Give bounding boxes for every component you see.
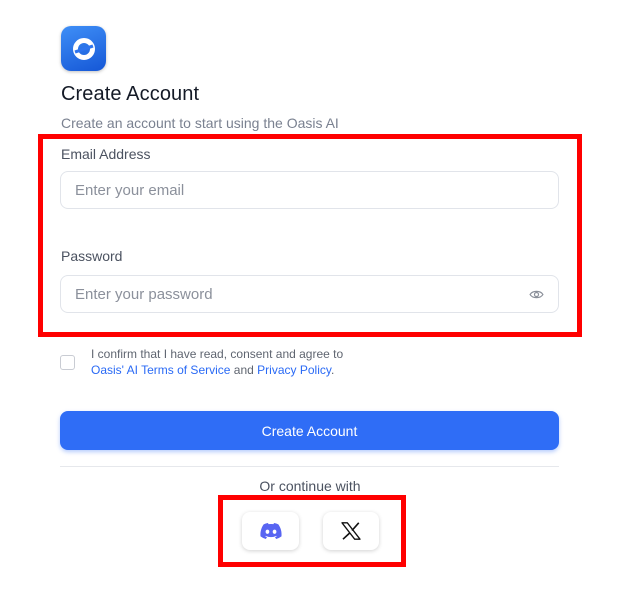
email-field[interactable] <box>60 171 559 209</box>
social-heading: Or continue with <box>259 478 361 494</box>
eye-icon[interactable] <box>528 287 544 301</box>
page-title: Create Account <box>61 83 200 105</box>
divider <box>60 466 559 467</box>
discord-button[interactable] <box>242 512 299 550</box>
consent-suffix: . <box>330 363 335 377</box>
password-field[interactable] <box>60 275 559 313</box>
oasis-logo-icon <box>61 26 106 71</box>
signup-page: Create Account Create an account to star… <box>0 0 628 589</box>
privacy-link[interactable]: Privacy Policy <box>257 363 331 377</box>
consent-prefix: I confirm that I have read, consent and … <box>91 347 344 361</box>
create-account-button[interactable]: Create Account <box>60 411 559 450</box>
consent-text: I confirm that I have read, consent and … <box>91 346 391 378</box>
x-button[interactable] <box>323 512 379 550</box>
consent-conjunction: and <box>233 363 254 377</box>
x-icon <box>341 522 361 540</box>
terms-link[interactable]: Oasis' AI Terms of Service <box>91 363 230 377</box>
discord-icon <box>259 523 282 539</box>
email-label: Email Address <box>61 146 151 162</box>
password-label: Password <box>61 248 123 264</box>
page-subtitle: Create an account to start using the Oas… <box>61 115 339 131</box>
consent-checkbox[interactable] <box>60 355 75 370</box>
